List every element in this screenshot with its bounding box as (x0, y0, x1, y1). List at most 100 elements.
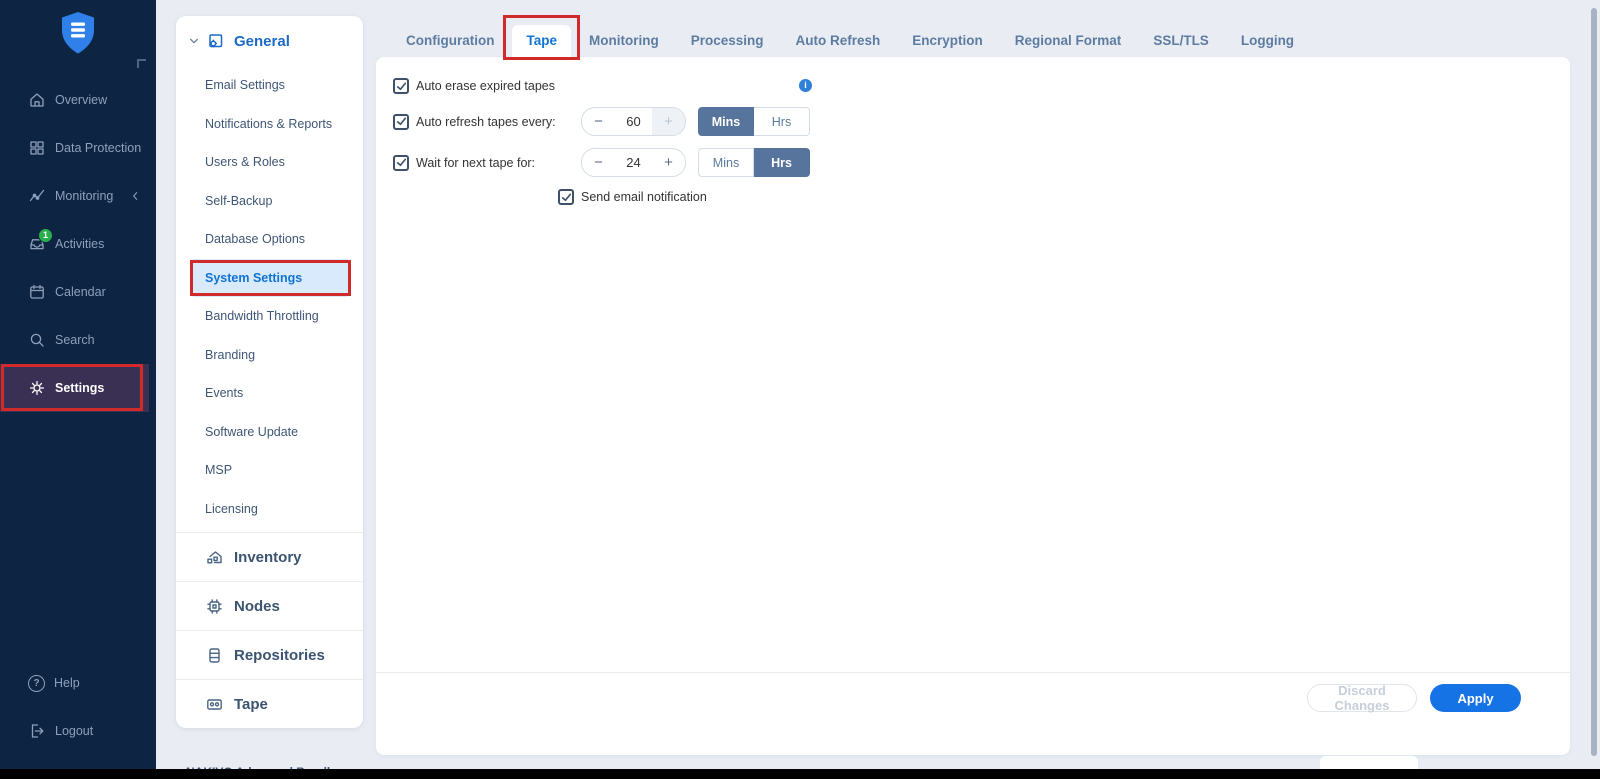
tab-logging[interactable]: Logging (1227, 25, 1308, 57)
tab-label: Tape (526, 33, 557, 48)
mins-toggle-button[interactable]: Mins (698, 148, 754, 177)
tape-settings-panel: Auto erase expired tapes Auto refresh ta… (376, 57, 1570, 755)
tab-auto-refresh[interactable]: Auto Refresh (782, 25, 895, 57)
chevron-left-icon[interactable] (129, 190, 141, 202)
sidebar-menu: Overview Data Protection Monitoring (0, 76, 156, 412)
mins-toggle-button[interactable]: Mins (698, 107, 754, 136)
tab-regional-format[interactable]: Regional Format (1001, 25, 1136, 57)
chevron-down-icon (188, 35, 200, 47)
sidebar-item-overview[interactable]: Overview (0, 76, 156, 124)
hrs-toggle-button[interactable]: Hrs (754, 148, 810, 177)
wait-next-tape-value[interactable]: 24 (615, 149, 652, 176)
auto-erase-label: Auto erase expired tapes (416, 79, 555, 93)
decrement-button[interactable]: − (582, 108, 615, 135)
wait-next-tape-stepper: − 24 + (581, 148, 686, 177)
nav-item-msp[interactable]: MSP (176, 451, 363, 490)
nav-item-users-roles[interactable]: Users & Roles (176, 143, 363, 182)
sidebar-collapse-icon[interactable] (137, 59, 146, 68)
nav-section-general[interactable]: General (176, 16, 363, 66)
sidebar-item-help[interactable]: Help (0, 659, 156, 707)
tape-icon (205, 695, 224, 714)
activities-badge: 1 (38, 228, 53, 243)
wait-next-tape-label: Wait for next tape for: (416, 156, 535, 170)
increment-button[interactable]: + (652, 149, 685, 176)
nav-section-label: Repositories (234, 647, 325, 664)
nav-item-database-options[interactable]: Database Options (176, 220, 363, 259)
email-notification-row: Send email notification (558, 189, 1550, 205)
increment-button-disabled[interactable]: + (652, 108, 685, 135)
auto-erase-checkbox[interactable] (393, 78, 409, 94)
grid-icon (28, 139, 46, 157)
sidebar-item-search[interactable]: Search (0, 316, 156, 364)
home-icon (28, 91, 46, 109)
check-icon (396, 116, 407, 127)
sidebar-footer: Help Logout (0, 659, 156, 755)
nav-item-system-settings[interactable]: System Settings (192, 259, 349, 298)
sidebar-item-data-protection[interactable]: Data Protection (0, 124, 156, 172)
sidebar-item-settings[interactable]: Settings (0, 364, 149, 412)
nav-item-label: System Settings (205, 271, 302, 285)
tab-monitoring[interactable]: Monitoring (575, 25, 673, 57)
nav-section-tape[interactable]: Tape (176, 679, 363, 728)
tab-encryption[interactable]: Encryption (898, 25, 997, 57)
auto-erase-row: Auto erase expired tapes (393, 78, 1550, 94)
inventory-icon (205, 548, 224, 567)
tab-tape[interactable]: Tape (512, 25, 571, 57)
nav-item-notifications-reports[interactable]: Notifications & Reports (176, 105, 363, 144)
sidebar-item-calendar[interactable]: Calendar (0, 268, 156, 316)
wait-next-tape-checkbox[interactable] (393, 155, 409, 171)
auto-refresh-unit-toggle: Mins Hrs (698, 107, 810, 136)
tab-processing[interactable]: Processing (677, 25, 778, 57)
nav-item-events[interactable]: Events (176, 374, 363, 413)
shield-logo-icon (58, 10, 98, 56)
sidebar-item-label: Activities (55, 237, 104, 251)
general-settings-icon (206, 32, 225, 51)
auto-refresh-label: Auto refresh tapes every: (416, 115, 556, 129)
cutoff-widget (1320, 756, 1418, 769)
nav-item-email-settings[interactable]: Email Settings (176, 66, 363, 105)
settings-tab-bar: Configuration Tape Monitoring Processing… (376, 25, 1308, 57)
apply-button[interactable]: Apply (1430, 684, 1521, 712)
bottom-black-bar (0, 769, 1600, 779)
nav-item-self-backup[interactable]: Self-Backup (176, 182, 363, 221)
hrs-toggle-button[interactable]: Hrs (754, 107, 810, 136)
decrement-button[interactable]: − (582, 149, 615, 176)
auto-refresh-row: Auto refresh tapes every: − 60 + Mins Hr… (393, 107, 1550, 136)
nav-section-nodes[interactable]: Nodes (176, 581, 363, 630)
general-subitems: Email Settings Notifications & Reports U… (176, 66, 363, 528)
app-logo[interactable] (0, 10, 156, 56)
sidebar-item-label: Settings (55, 381, 104, 395)
footer-divider (376, 672, 1570, 673)
nav-item-software-update[interactable]: Software Update (176, 413, 363, 452)
auto-refresh-value[interactable]: 60 (615, 108, 652, 135)
check-icon (561, 192, 572, 203)
auto-refresh-checkbox[interactable] (393, 114, 409, 130)
tab-ssl-tls[interactable]: SSL/TLS (1139, 25, 1223, 57)
sidebar-item-logout[interactable]: Logout (0, 707, 156, 755)
nav-item-licensing[interactable]: Licensing (176, 490, 363, 529)
help-icon (28, 675, 45, 692)
discard-changes-button[interactable]: Discard Changes (1307, 684, 1417, 712)
check-icon (396, 157, 407, 168)
nav-section-label: Nodes (234, 598, 280, 615)
vertical-scrollbar[interactable] (1591, 8, 1597, 756)
sidebar-item-label: Logout (55, 724, 93, 738)
email-notification-checkbox[interactable] (558, 189, 574, 205)
nav-section-inventory[interactable]: Inventory (176, 532, 363, 581)
nav-section-label: Tape (234, 696, 268, 713)
nav-section-label: General (234, 33, 290, 50)
nav-section-repositories[interactable]: Repositories (176, 630, 363, 679)
tab-configuration[interactable]: Configuration (392, 25, 508, 57)
logout-icon (28, 722, 46, 740)
nav-item-branding[interactable]: Branding (176, 336, 363, 375)
sidebar-item-activities[interactable]: 1 Activities (0, 220, 156, 268)
info-icon[interactable] (799, 79, 812, 92)
wait-next-tape-row: Wait for next tape for: − 24 + Mins Hrs (393, 148, 1550, 177)
sidebar-item-monitoring[interactable]: Monitoring (0, 172, 156, 220)
settings-nav-panel: General Email Settings Notifications & R… (176, 16, 363, 728)
nav-item-bandwidth-throttling[interactable]: Bandwidth Throttling (176, 297, 363, 336)
nodes-icon (205, 597, 224, 616)
nav-section-label: Inventory (234, 549, 302, 566)
calendar-icon (28, 283, 46, 301)
sidebar-item-label: Calendar (55, 285, 106, 299)
